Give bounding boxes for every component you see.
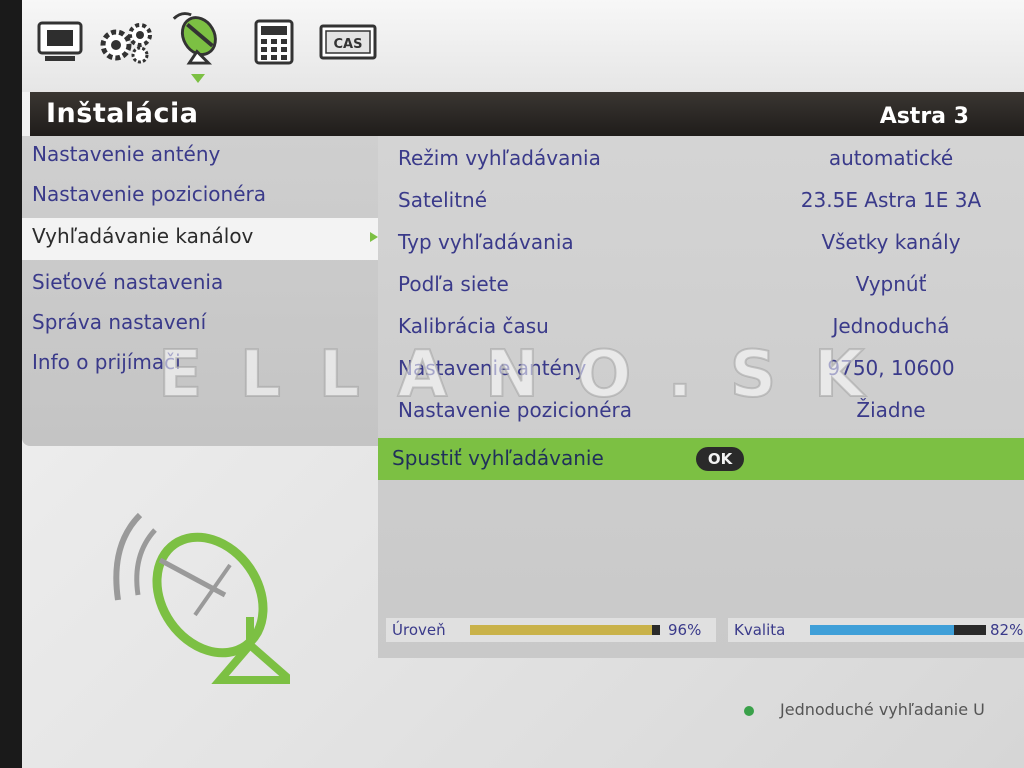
settings-gears-icon[interactable] xyxy=(98,14,154,70)
menu-item-channel-search[interactable]: Vyhľadávanie kanálov xyxy=(22,218,388,260)
tv-screen: CAS Inštalácia Astra 3 Nastavenie antény… xyxy=(22,0,1024,768)
signal-level-label: Úroveň xyxy=(392,621,446,639)
menu-item-label: Sieťové nastavenia xyxy=(32,270,224,294)
signal-level-percent: 96% xyxy=(668,621,702,639)
start-search-label: Spustiť vyhľadávanie xyxy=(392,446,604,470)
setting-row-satellite[interactable]: Satelitné 23.5E Astra 1E 3A xyxy=(378,180,1024,222)
setting-row-search-mode[interactable]: Režim vyhľadávania automatické xyxy=(378,138,1024,180)
setting-value: Vypnúť xyxy=(855,272,927,296)
arrow-right-icon xyxy=(370,232,378,242)
menu-item-network-settings[interactable]: Sieťové nastavenia xyxy=(30,264,372,306)
cas-label: CAS xyxy=(334,37,363,52)
menu-item-label: Správa nastavení xyxy=(32,310,207,334)
satellite-dish-icon xyxy=(113,512,301,684)
setting-row-search-type[interactable]: Typ vyhľadávania Všetky kanály xyxy=(378,222,1024,264)
setting-label: Typ vyhľadávania xyxy=(398,230,574,254)
menu-item-label: Nastavenie antény xyxy=(32,142,221,166)
calculator-icon[interactable] xyxy=(246,14,302,70)
setting-value: 23.5E Astra 1E 3A xyxy=(800,188,982,212)
top-icon-bar: CAS xyxy=(22,0,1024,92)
active-section-marker xyxy=(191,74,205,83)
signal-level-meter: Úroveň 96% xyxy=(386,618,716,642)
satellite-name: Astra 3 xyxy=(879,104,969,129)
page-title: Inštalácia xyxy=(46,98,199,129)
satellite-dish-illustration xyxy=(100,505,301,715)
setting-value: automatické xyxy=(828,146,954,170)
setting-label: Satelitné xyxy=(398,188,488,212)
tv-icon[interactable] xyxy=(32,14,88,70)
setting-label: Kalibrácia času xyxy=(398,314,549,338)
menu-item-antenna-settings[interactable]: Nastavenie antény xyxy=(30,136,372,178)
setting-label: Podľa siete xyxy=(398,272,509,296)
start-search-row[interactable]: Spustiť vyhľadávanie OK xyxy=(378,438,1024,480)
hint-text: Jednoduché vyhľadanie U xyxy=(780,700,985,719)
setting-row-by-network[interactable]: Podľa siete Vypnúť xyxy=(378,264,1024,306)
signal-quality-fill xyxy=(810,625,955,635)
setting-label: Režim vyhľadávania xyxy=(398,146,601,170)
hint-dot-icon xyxy=(744,706,754,716)
watermark: ELLANO.SK xyxy=(157,338,902,412)
setting-value: Všetky kanály xyxy=(821,230,961,254)
setting-value: Jednoduchá xyxy=(832,314,950,338)
signal-quality-percent: 82% xyxy=(990,621,1024,639)
signal-quality-label: Kvalita xyxy=(734,621,786,639)
signal-quality-meter: Kvalita 82% xyxy=(728,618,1024,642)
signal-quality-track xyxy=(810,625,986,635)
header-bar: Inštalácia Astra 3 xyxy=(30,92,1024,136)
signal-level-track xyxy=(470,625,660,635)
menu-item-label: Nastavenie pozicionéra xyxy=(32,182,267,206)
signal-level-fill xyxy=(470,625,653,635)
menu-item-positioner-settings[interactable]: Nastavenie pozicionéra xyxy=(30,176,372,218)
menu-item-label: Vyhľadávanie kanálov xyxy=(32,224,254,248)
cas-card-icon[interactable]: CAS xyxy=(316,14,380,70)
satellite-icon[interactable] xyxy=(168,10,224,66)
ok-button[interactable]: OK xyxy=(696,447,744,471)
